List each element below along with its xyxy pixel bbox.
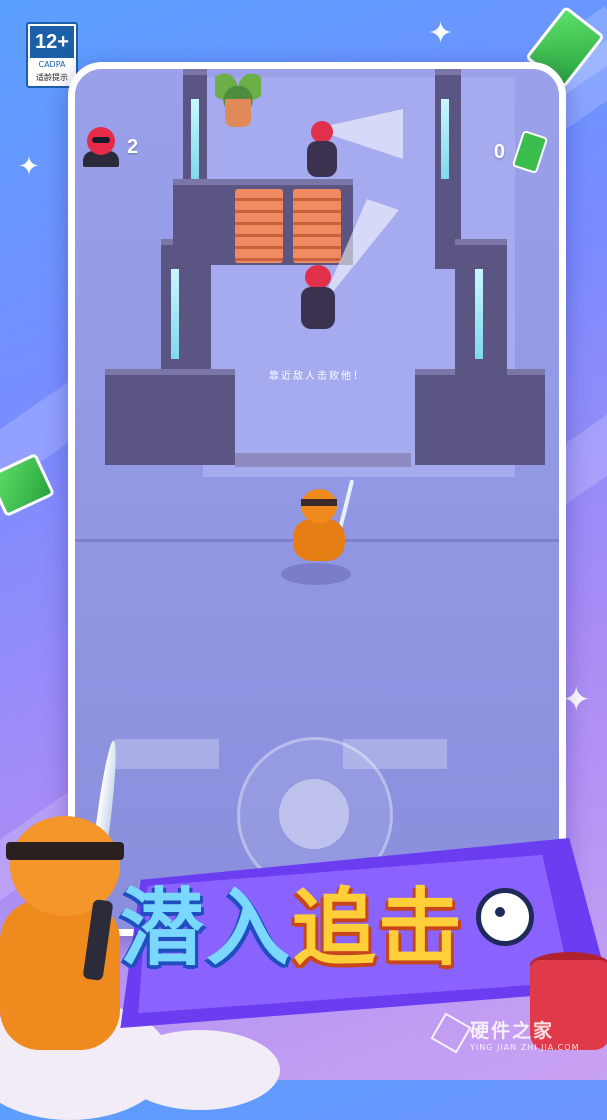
sparkle-icon: ✦ bbox=[562, 680, 591, 720]
sparkle-icon: ✦ bbox=[428, 16, 454, 51]
potted-plant bbox=[225, 99, 251, 127]
game-title: 潜入追击 bbox=[120, 886, 464, 970]
watermark-sub: YING JIAN ZHI JIA.COM bbox=[470, 1043, 580, 1052]
kill-count: 2 bbox=[127, 135, 139, 158]
game-title-part2: 追击 bbox=[292, 879, 465, 977]
player-headband bbox=[301, 499, 337, 506]
cash-counter: 0 bbox=[493, 129, 549, 175]
window bbox=[191, 99, 199, 179]
ninja-headband bbox=[6, 842, 124, 860]
age-rating-number: 12+ bbox=[30, 26, 74, 58]
player-head bbox=[301, 489, 337, 523]
ninja-mascot bbox=[0, 739, 150, 1070]
age-rating-org: CADPA bbox=[38, 60, 66, 69]
crate bbox=[293, 189, 341, 263]
kill-counter: 2 bbox=[83, 127, 138, 167]
ui-bar bbox=[115, 739, 219, 769]
joystick-knob[interactable] bbox=[279, 779, 349, 849]
enemy-head bbox=[311, 121, 333, 143]
doorway-step bbox=[235, 453, 411, 467]
enemy-head bbox=[305, 265, 331, 289]
app-store-screenshot: { "age_rating": {"number": "12+", "org":… bbox=[0, 0, 607, 1120]
hint-text: 靠近敌人击败他！ bbox=[269, 371, 365, 382]
age-rating-note: 适龄提示 bbox=[36, 73, 68, 82]
window bbox=[171, 269, 179, 359]
watermark: 硬件之家 YING JIAN ZHI JIA.COM bbox=[430, 1012, 600, 1054]
enemy-guard bbox=[299, 265, 339, 337]
kill-count-icon bbox=[83, 127, 119, 167]
player-ninja bbox=[287, 479, 355, 569]
cash-count: 0 bbox=[493, 140, 505, 163]
cash-icon bbox=[511, 129, 549, 175]
window bbox=[441, 99, 449, 179]
enemy-body bbox=[307, 141, 337, 177]
enemy-guard bbox=[305, 121, 341, 185]
player-body bbox=[293, 519, 345, 561]
window bbox=[475, 269, 483, 359]
enemy-body bbox=[301, 287, 335, 329]
sparkle-icon: ✦ bbox=[18, 152, 40, 182]
wall-bottom-left bbox=[105, 369, 235, 465]
crate bbox=[235, 189, 283, 263]
target-icon bbox=[476, 888, 534, 946]
age-rating-badge: 12+ CADPA 适龄提示 bbox=[26, 22, 78, 88]
